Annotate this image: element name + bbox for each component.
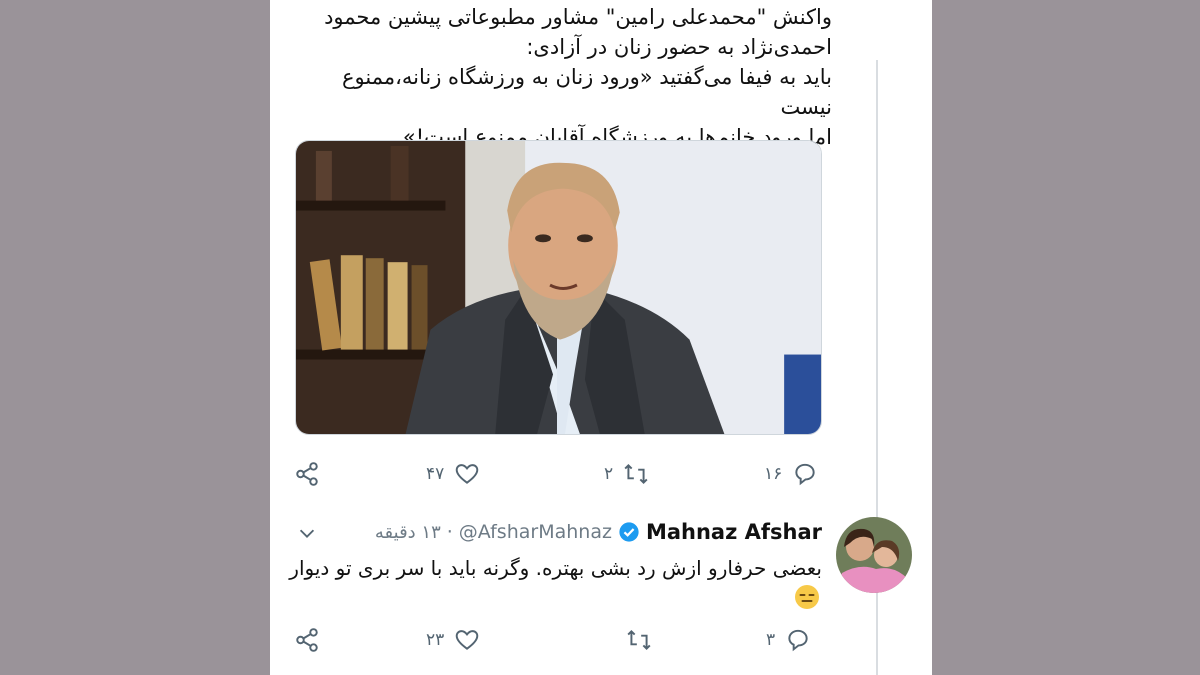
reply-button[interactable]: ۱۶ <box>764 454 818 494</box>
retweet-icon <box>627 629 651 651</box>
reply-author-name[interactable]: Mahnaz Afshar <box>646 520 822 544</box>
retweet-count: ۲ <box>604 464 614 484</box>
retweet-button[interactable]: ۲ <box>604 454 649 494</box>
heart-icon <box>455 464 479 484</box>
share-icon <box>296 462 318 486</box>
reply-handle[interactable]: @AfsharMahnaz <box>459 521 612 543</box>
verified-badge-icon <box>619 522 639 542</box>
like-count: ۴۷ <box>426 464 445 484</box>
retweet-icon <box>624 463 648 485</box>
reply-text: بعضی حرفارو ازش رد بشی بهتره. وگرنه باید… <box>289 556 822 580</box>
retweet-button[interactable] <box>626 620 652 660</box>
tweet-text: واکنش "محمدعلی رامین" مشاور مطبوعاتی پیش… <box>292 2 832 152</box>
separator-dot: · <box>446 521 453 543</box>
share-button[interactable] <box>294 454 320 494</box>
share-button[interactable] <box>294 620 320 660</box>
heart-icon <box>455 630 479 650</box>
expressionless-face-emoji <box>795 585 819 609</box>
speech-bubble-icon <box>795 463 815 486</box>
reply-actions: ۲۳ ۳ <box>290 620 830 660</box>
speech-bubble-icon <box>788 629 808 652</box>
reply-count: ۳ <box>766 630 776 650</box>
reply-count: ۱۶ <box>764 464 783 484</box>
share-icon <box>296 628 318 652</box>
tweet-text-line: واکنش "محمدعلی رامین" مشاور مطبوعاتی پیش… <box>324 5 832 29</box>
tweet-actions: ۴۷ ۲ ۱۶ <box>290 454 830 494</box>
chevron-down-icon[interactable] <box>296 522 318 544</box>
like-button[interactable]: ۴۷ <box>426 454 480 494</box>
tweet-text-line: باید به فیفا می‌گفتید «ورود زنان به ورزش… <box>341 65 832 119</box>
tweet-photo[interactable] <box>295 140 822 435</box>
reply-button[interactable]: ۳ <box>766 620 811 660</box>
like-button[interactable]: ۲۳ <box>426 620 480 660</box>
reply-header: ۱۳ دقیقه · @AfsharMahnaz Mahnaz Afshar <box>375 515 822 549</box>
avatar-image <box>836 517 912 593</box>
like-count: ۲۳ <box>426 630 445 650</box>
portrait-image <box>296 141 821 434</box>
avatar[interactable] <box>836 517 912 593</box>
reply-timestamp[interactable]: ۱۳ دقیقه <box>375 522 441 543</box>
tweet-text-line: احمدی‌نژاد به حضور زنان در آزادی: <box>526 35 832 59</box>
